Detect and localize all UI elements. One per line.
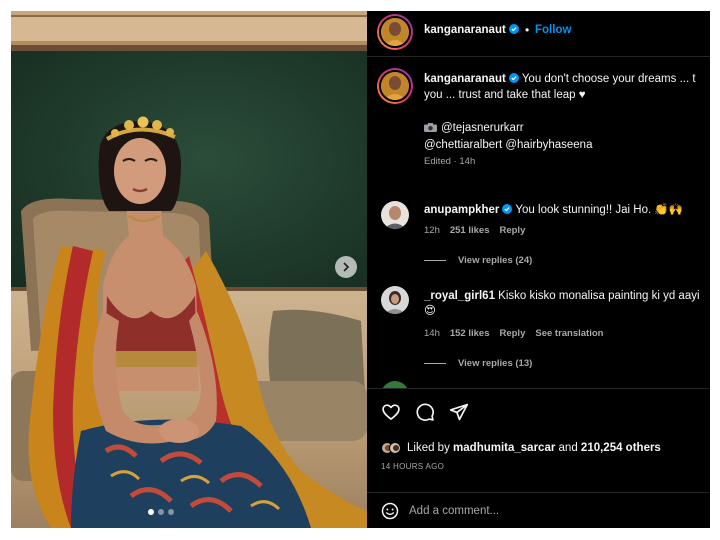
comment-body-line-2: 😍 (424, 305, 436, 317)
comment-avatar[interactable] (381, 286, 409, 314)
comment-meta: 14h 152 likes Reply See translation (424, 328, 603, 339)
replies-dash (424, 363, 446, 364)
heart-icon[interactable] (381, 402, 401, 422)
verified-badge-icon (508, 73, 519, 83)
likes-user[interactable]: madhumita_sarcar (453, 442, 555, 454)
post-modal: kanganaranaut • Follow kanganaranaut You… (11, 11, 710, 528)
comment-username[interactable]: anupampkher (424, 204, 499, 216)
comment-body: Kisko kisko monalisa painting ki yd aayi (498, 290, 700, 302)
comment-time: 12h (424, 225, 440, 236)
view-replies-label: View replies (24) (458, 255, 533, 266)
carousel-dots (148, 509, 174, 515)
avatar-image (381, 286, 409, 314)
blouse-hem (107, 351, 197, 367)
comment-text: anupampkher You look stunning!! Jai Ho. … (424, 203, 683, 218)
author-username[interactable]: kanganaranaut (424, 24, 519, 36)
tiara-gem (166, 128, 174, 136)
post-side-panel: kanganaranaut • Follow kanganaranaut You… (367, 11, 710, 528)
comment-input[interactable] (409, 502, 689, 520)
caption-meta: Edited · 14h (424, 156, 476, 167)
credit-stylists-link[interactable]: @chettiaralbert @hairbyhaseena (424, 139, 592, 151)
woman-portrait-illustration (11, 116, 367, 528)
likes-others[interactable]: 210,254 others (581, 442, 661, 454)
avatar-image (381, 201, 409, 229)
likes-prefix: Liked by (407, 442, 450, 454)
share-icon[interactable] (449, 402, 469, 422)
avatar-image (381, 72, 409, 100)
verified-badge-icon (508, 24, 519, 34)
smiley-icon[interactable] (381, 502, 399, 520)
camera-icon (424, 123, 437, 132)
caption-text: kanganaranaut You don't choose your drea… (424, 71, 710, 103)
avatar-image (381, 18, 409, 46)
comment-username[interactable]: _royal_girl61 (424, 290, 495, 302)
next-image-button[interactable] (335, 256, 357, 278)
comment-meta: 12h 251 likes Reply (424, 225, 525, 236)
view-replies-label: View replies (13) (458, 358, 533, 369)
caption-credits: @tejasnerurkarr @chettiaralbert @hairbyh… (424, 120, 592, 154)
post-photo[interactable] (11, 11, 367, 528)
view-replies-button[interactable]: View replies (24) (424, 255, 532, 266)
reply-button[interactable]: Reply (499, 328, 525, 339)
likes-text: Liked by madhumita_sarcar and 210,254 ot… (407, 442, 661, 454)
see-translation-button[interactable]: See translation (535, 328, 603, 339)
view-replies-button[interactable]: View replies (13) (424, 358, 532, 369)
add-comment-bar (367, 492, 710, 528)
author-avatar[interactable] (377, 14, 413, 50)
comment-avatar[interactable] (381, 201, 409, 229)
comment-text: _royal_girl61 Kisko kisko monalisa paint… (424, 289, 700, 319)
follow-button[interactable]: Follow (535, 24, 571, 36)
header-separator: • (525, 23, 530, 37)
caption-avatar[interactable] (377, 68, 413, 104)
face (114, 138, 166, 204)
comment-likes[interactable]: 152 likes (450, 328, 490, 339)
tiara-gem (111, 129, 119, 137)
post-timestamp[interactable]: 14 HOURS AGO (381, 462, 444, 471)
caption-line-1: You don't choose your dreams ... t (521, 73, 696, 85)
comment-body: You look stunning!! Jai Ho. 👏🙌 (515, 204, 684, 216)
comment-time: 14h (424, 328, 440, 339)
likes-connector: and (558, 442, 578, 454)
credit-photographer-link[interactable]: @tejasnerurkarr (441, 122, 524, 134)
liker-avatar (389, 442, 401, 454)
hands (159, 419, 199, 443)
carousel-dot (148, 509, 154, 515)
comment-likes[interactable]: 251 likes (450, 225, 490, 236)
carousel-dot (168, 509, 174, 515)
chevron-right-icon (343, 262, 349, 272)
likes-summary: Liked by madhumita_sarcar and 210,254 ot… (381, 442, 661, 454)
verified-badge-icon (502, 204, 513, 214)
reply-button[interactable]: Reply (499, 225, 525, 236)
tiara-gem (137, 116, 149, 128)
tiara-gem (152, 120, 162, 130)
comment-avatar[interactable] (381, 381, 409, 388)
post-footer: Liked by madhumita_sarcar and 210,254 ot… (367, 388, 710, 528)
caption-username[interactable]: kanganaranaut (424, 73, 506, 85)
tiara-gem (124, 120, 134, 130)
replies-dash (424, 260, 446, 261)
comment-icon[interactable] (415, 402, 435, 422)
post-header: kanganaranaut • Follow (367, 11, 710, 57)
caption-line-2: you ... trust and take that leap ♥ (424, 89, 586, 101)
post-actions (381, 402, 469, 422)
comments-feed[interactable]: kanganaranaut You don't choose your drea… (367, 58, 710, 388)
carousel-dot (158, 509, 164, 515)
